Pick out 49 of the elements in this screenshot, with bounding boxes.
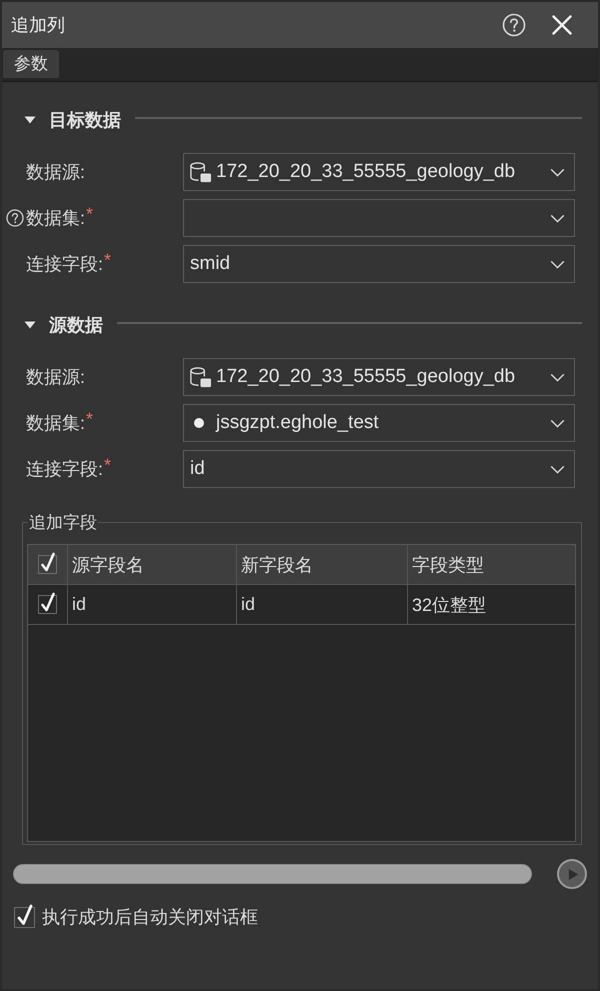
close-icon[interactable]: [552, 15, 572, 35]
table-cell: id: [237, 585, 408, 624]
database-icon: [189, 366, 212, 388]
field-label: 数据源:: [26, 366, 86, 389]
section-title: 源数据: [49, 314, 103, 337]
dropdown[interactable]: 172_20_20_33_55555_geology_db: [183, 358, 575, 396]
column-header[interactable]: 字段类型: [408, 545, 575, 584]
dropdown[interactable]: id: [183, 450, 575, 488]
table-cell-text: 32位整型: [411, 594, 488, 616]
chevron-down-icon: [550, 168, 565, 176]
field-label: 数据集:: [26, 207, 86, 230]
run-button[interactable]: [557, 859, 587, 889]
play-icon: [568, 868, 579, 880]
chevron-down-icon: [550, 214, 565, 222]
checkmark-icon: [40, 552, 54, 572]
required-mark: *: [86, 204, 94, 225]
checkbox-label[interactable]: 执行成功后自动关闭对话框: [42, 905, 258, 929]
checkbox[interactable]: [38, 552, 58, 574]
window-title: 追加列: [11, 14, 66, 37]
collapse-triangle-icon[interactable]: [24, 319, 36, 331]
checkbox[interactable]: [38, 592, 58, 614]
column-header[interactable]: 新字段名: [237, 545, 408, 584]
dropdown[interactable]: smid: [183, 245, 575, 283]
table-cell: id: [68, 585, 237, 624]
tab[interactable]: 参数: [3, 50, 59, 78]
database-icon: [189, 160, 212, 184]
help-icon[interactable]: [6, 209, 24, 227]
field-label: 连接字段:: [26, 458, 104, 481]
checkbox[interactable]: [14, 904, 36, 928]
chevron-down-icon: [550, 372, 565, 382]
field-label: 数据集:: [26, 412, 86, 435]
field-label: 连接字段:: [26, 253, 104, 276]
dropdown[interactable]: 172_20_20_33_55555_geology_db: [183, 153, 575, 191]
dropdown[interactable]: jssgzpt.eghole_test: [183, 404, 575, 442]
checkmark-icon: [40, 592, 54, 612]
point-icon: [194, 418, 204, 428]
chevron-down-icon: [550, 260, 565, 268]
help-icon[interactable]: [502, 13, 526, 37]
column-header[interactable]: 源字段名: [68, 545, 237, 584]
collapse-triangle-icon[interactable]: [24, 114, 36, 126]
section-title: 目标数据: [49, 109, 121, 132]
field-label: 数据源:: [26, 161, 86, 184]
group-title: 追加字段: [28, 512, 98, 534]
required-mark: *: [104, 455, 112, 476]
chevron-down-icon: [550, 418, 565, 428]
chevron-down-icon: [550, 464, 565, 474]
checkmark-icon: [18, 904, 32, 924]
required-mark: *: [104, 250, 112, 271]
required-mark: *: [86, 409, 94, 430]
